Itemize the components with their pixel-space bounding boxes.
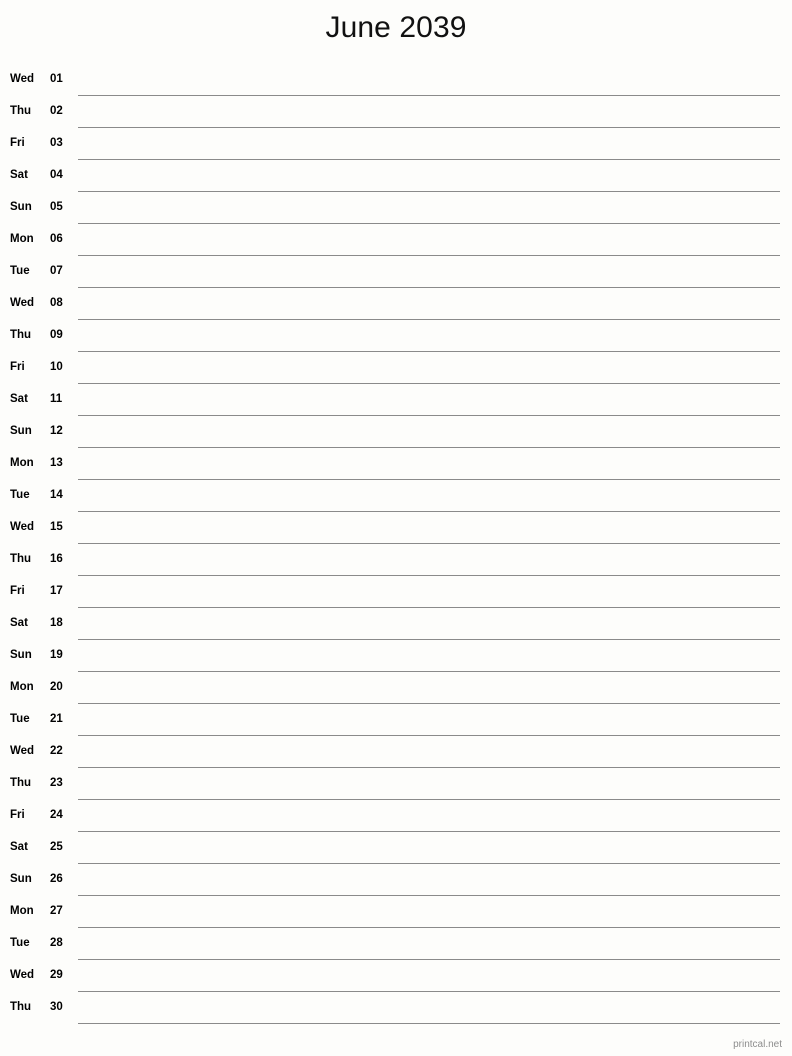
day-row[interactable]: Sat 25 [0, 832, 792, 864]
day-number-label: 26 [50, 873, 63, 885]
day-weekday-label: Mon [10, 457, 34, 469]
day-row[interactable]: Wed 08 [0, 288, 792, 320]
day-number-label: 18 [50, 617, 63, 629]
day-number-label: 13 [50, 457, 63, 469]
day-row[interactable]: Wed 15 [0, 512, 792, 544]
day-weekday-label: Sun [10, 873, 32, 885]
day-weekday-label: Sat [10, 617, 28, 629]
day-number-label: 03 [50, 137, 63, 149]
day-row[interactable]: Tue 14 [0, 480, 792, 512]
day-rows-list: Wed 01 Thu 02 Fri 03 Sat 04 Sun 05 Mon 06 Tue 07 Wed 08… [0, 64, 792, 1024]
day-number-label: 28 [50, 937, 63, 949]
day-row[interactable]: Thu 23 [0, 768, 792, 800]
day-number-label: 22 [50, 745, 63, 757]
day-row[interactable]: Thu 30 [0, 992, 792, 1024]
day-number-label: 12 [50, 425, 63, 437]
day-row[interactable]: Fri 17 [0, 576, 792, 608]
day-row[interactable]: Fri 03 [0, 128, 792, 160]
day-row[interactable]: Wed 29 [0, 960, 792, 992]
day-weekday-label: Tue [10, 265, 30, 277]
day-number-label: 04 [50, 169, 63, 181]
day-weekday-label: Thu [10, 1001, 32, 1013]
day-row[interactable]: Thu 16 [0, 544, 792, 576]
day-weekday-label: Wed [10, 521, 35, 533]
day-number-label: 23 [50, 777, 63, 789]
day-row[interactable]: Thu 02 [0, 96, 792, 128]
day-number-label: 24 [50, 809, 63, 821]
day-number-label: 11 [50, 393, 63, 405]
day-writing-line[interactable] [78, 1023, 780, 1024]
footer-credit: printcal.net [733, 1039, 782, 1050]
day-weekday-label: Sat [10, 841, 28, 853]
day-row[interactable]: Mon 13 [0, 448, 792, 480]
day-row[interactable]: Sat 18 [0, 608, 792, 640]
day-row[interactable]: Sun 19 [0, 640, 792, 672]
day-number-label: 20 [50, 681, 63, 693]
day-row[interactable]: Tue 07 [0, 256, 792, 288]
day-row[interactable]: Tue 28 [0, 928, 792, 960]
day-number-label: 02 [50, 105, 63, 117]
day-row[interactable]: Fri 10 [0, 352, 792, 384]
day-number-label: 21 [50, 713, 63, 725]
day-weekday-label: Fri [10, 361, 25, 373]
day-weekday-label: Fri [10, 809, 25, 821]
day-weekday-label: Tue [10, 937, 30, 949]
day-weekday-label: Wed [10, 297, 35, 309]
day-weekday-label: Mon [10, 681, 34, 693]
day-row[interactable]: Sun 12 [0, 416, 792, 448]
day-number-label: 16 [50, 553, 63, 565]
day-number-label: 27 [50, 905, 63, 917]
day-weekday-label: Wed [10, 969, 35, 981]
calendar-page: June 2039 Wed 01 Thu 02 Fri 03 Sat 04 Sun 05 Mon 06… [0, 0, 792, 1056]
day-row[interactable]: Sun 05 [0, 192, 792, 224]
day-weekday-label: Sun [10, 649, 32, 661]
day-weekday-label: Sat [10, 169, 28, 181]
day-weekday-label: Thu [10, 329, 32, 341]
day-row[interactable]: Sat 04 [0, 160, 792, 192]
day-row[interactable]: Tue 21 [0, 704, 792, 736]
day-row[interactable]: Mon 06 [0, 224, 792, 256]
day-row[interactable]: Fri 24 [0, 800, 792, 832]
day-weekday-label: Mon [10, 905, 34, 917]
day-row[interactable]: Wed 01 [0, 64, 792, 96]
day-weekday-label: Wed [10, 73, 35, 85]
day-number-label: 10 [50, 361, 63, 373]
day-weekday-label: Tue [10, 713, 30, 725]
day-number-label: 06 [50, 233, 63, 245]
day-number-label: 29 [50, 969, 63, 981]
day-weekday-label: Sun [10, 425, 32, 437]
day-row[interactable]: Sun 26 [0, 864, 792, 896]
day-number-label: 07 [50, 265, 63, 277]
day-number-label: 17 [50, 585, 63, 597]
day-weekday-label: Sat [10, 393, 28, 405]
day-number-label: 09 [50, 329, 63, 341]
day-number-label: 05 [50, 201, 63, 213]
day-weekday-label: Wed [10, 745, 35, 757]
day-weekday-label: Sun [10, 201, 32, 213]
day-number-label: 19 [50, 649, 63, 661]
day-weekday-label: Mon [10, 233, 34, 245]
day-number-label: 15 [50, 521, 63, 533]
day-row[interactable]: Wed 22 [0, 736, 792, 768]
day-row[interactable]: Mon 20 [0, 672, 792, 704]
day-weekday-label: Fri [10, 585, 25, 597]
day-weekday-label: Thu [10, 553, 32, 565]
day-row[interactable]: Mon 27 [0, 896, 792, 928]
day-weekday-label: Tue [10, 489, 30, 501]
day-row[interactable]: Thu 09 [0, 320, 792, 352]
page-title: June 2039 [325, 11, 467, 44]
day-weekday-label: Fri [10, 137, 25, 149]
day-number-label: 25 [50, 841, 63, 853]
day-row[interactable]: Sat 11 [0, 384, 792, 416]
day-weekday-label: Thu [10, 105, 32, 117]
day-number-label: 30 [50, 1001, 63, 1013]
day-weekday-label: Thu [10, 777, 32, 789]
day-number-label: 01 [50, 73, 63, 85]
day-number-label: 14 [50, 489, 63, 501]
day-number-label: 08 [50, 297, 63, 309]
